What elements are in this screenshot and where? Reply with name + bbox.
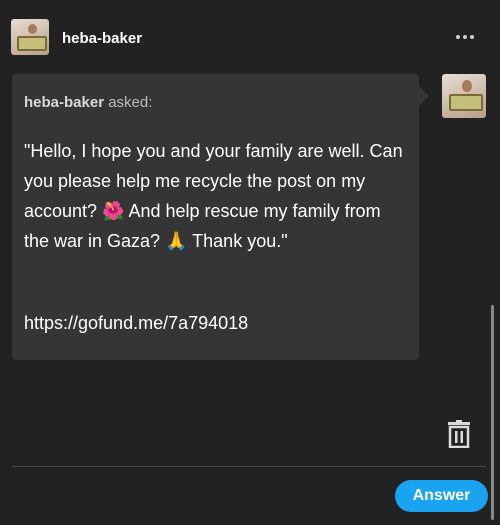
divider	[12, 466, 486, 467]
avatar-photo-tray	[17, 36, 47, 51]
asker-avatar[interactable]	[442, 74, 486, 118]
trash-icon[interactable]	[446, 420, 472, 449]
asker-name[interactable]: heba-baker	[24, 94, 104, 111]
username[interactable]: heba-baker	[62, 30, 142, 47]
avatar-photo-figure	[28, 24, 37, 34]
fundraiser-link[interactable]: https://gofund.me/7a794018	[24, 313, 248, 334]
question-text: "Hello, I hope you and your family are w…	[24, 141, 403, 251]
scrollbar[interactable]	[491, 305, 494, 520]
user-avatar[interactable]	[11, 19, 49, 55]
asked-label: asked:	[108, 94, 153, 111]
more-options-icon[interactable]	[456, 30, 482, 44]
ask-bubble: heba-baker asked: "Hello, I hope you and…	[12, 74, 429, 360]
asker-avatar-tray	[449, 94, 483, 111]
asker-avatar-figure	[462, 80, 472, 92]
asker-line: heba-baker asked:	[24, 94, 152, 111]
answer-button[interactable]: Answer	[395, 480, 488, 512]
post-header: heba-baker	[0, 0, 500, 76]
